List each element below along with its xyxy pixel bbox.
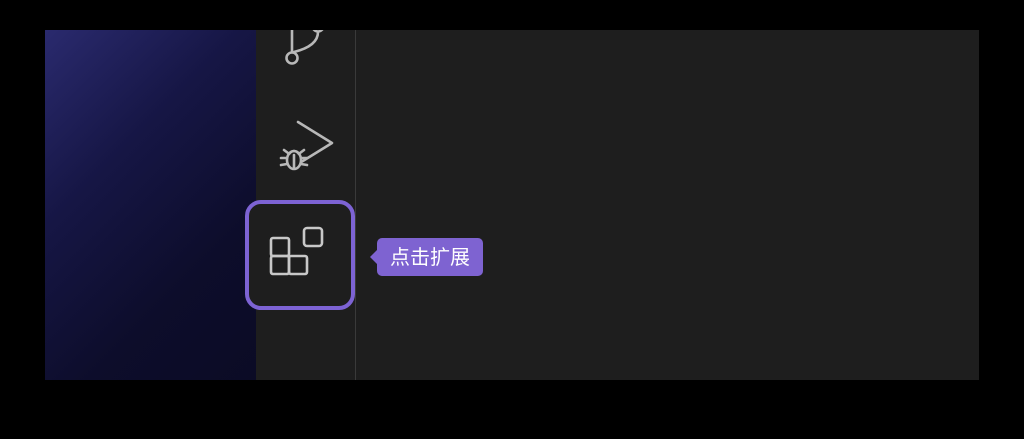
activity-bar [245, 30, 356, 380]
run-debug-icon[interactable] [276, 116, 336, 176]
source-control-icon[interactable] [280, 30, 332, 68]
extensions-highlight-frame[interactable] [245, 200, 355, 310]
app-window: 点击扩展 [45, 30, 979, 380]
editor-area [356, 30, 979, 380]
desktop-background [45, 30, 256, 380]
tooltip-text: 点击扩展 [390, 245, 470, 269]
tooltip-arrow [370, 250, 377, 264]
extensions-icon[interactable] [265, 218, 333, 286]
extensions-tooltip: 点击扩展 [370, 238, 483, 276]
